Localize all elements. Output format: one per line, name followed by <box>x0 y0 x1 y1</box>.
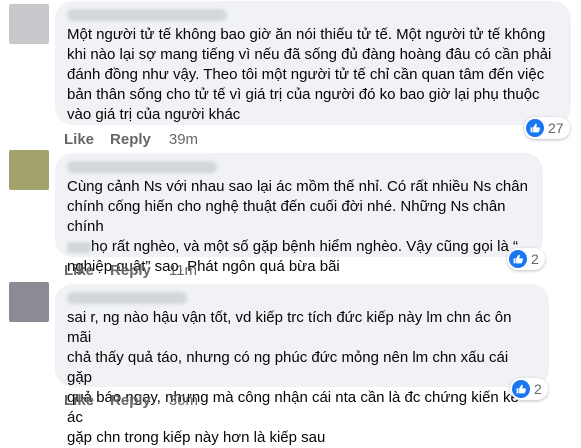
blurred-author-name[interactable] <box>67 292 187 304</box>
comment-line: chính cống hiến cho nghệ thuật đến cuối … <box>67 198 506 235</box>
comment-timestamp[interactable]: 30m <box>169 392 198 409</box>
like-button[interactable]: Like <box>64 262 94 279</box>
avatar[interactable] <box>9 282 49 322</box>
comment-timestamp[interactable]: 39m <box>169 131 198 148</box>
like-button[interactable]: Like <box>64 392 94 409</box>
comment-line-wrapper: họ rất nghèo, và một số gặp bệnh hiểm ng… <box>67 237 531 257</box>
comment-bubble: Cùng cảnh Ns với nhau sao lại ác mồm thế… <box>55 153 543 275</box>
comment-actions: Like Reply 30m <box>64 392 214 409</box>
comment-text: Một người tử tế không bao giờ ăn nói thi… <box>67 25 559 125</box>
comment-line: đánh đồng như vậy. Theo tôi một người tử… <box>67 66 545 83</box>
like-button[interactable]: Like <box>64 131 94 148</box>
comment-bubble: Một người tử tế không bao giờ ăn nói thi… <box>55 1 571 125</box>
reaction-summary[interactable]: 2 <box>510 378 548 400</box>
comment-line: chả thấy quả táo, nhưng có ng phúc đức m… <box>67 349 509 386</box>
comment-actions: Like Reply 11m <box>64 262 213 279</box>
reply-button[interactable]: Reply <box>110 262 151 279</box>
comment-line: gặp chn trong kiếp này hơn là kiếp sau <box>67 429 326 446</box>
blurred-author-name[interactable] <box>67 9 227 21</box>
avatar[interactable] <box>9 150 49 190</box>
comment-line: vào giá trị của người khác <box>67 106 241 123</box>
comment-bubble: sai r, ng nào hậu vận tốt, vd kiếp trc t… <box>55 284 549 446</box>
comment-line: sai r, ng nào hậu vận tốt, vd kiếp trc t… <box>67 309 512 346</box>
comment-line: Một người tử tế không bao giờ ăn nói thi… <box>67 26 546 43</box>
comment-line: họ rất nghèo, và một số gặp bệnh hiểm ng… <box>91 238 518 255</box>
reaction-count: 27 <box>548 120 564 136</box>
reaction-count: 2 <box>531 251 539 267</box>
like-reaction-icon <box>526 119 544 137</box>
like-reaction-icon <box>509 250 527 268</box>
comment-text: sai r, ng nào hậu vận tốt, vd kiếp trc t… <box>67 308 537 448</box>
reaction-summary[interactable]: 27 <box>524 117 570 139</box>
reaction-count: 2 <box>534 381 542 397</box>
blurred-mention[interactable] <box>67 241 91 253</box>
comment-line: Cùng cảnh Ns với nhau sao lại ác mồm thế… <box>67 178 528 195</box>
comment-timestamp[interactable]: 11m <box>169 262 197 279</box>
comment-line: khi nào lại sợ mang tiếng vì nếu đã sống… <box>67 46 552 63</box>
reply-button[interactable]: Reply <box>110 131 151 148</box>
comment-actions: Like Reply 39m <box>64 131 214 148</box>
like-reaction-icon <box>512 380 530 398</box>
blurred-author-name[interactable] <box>67 161 217 173</box>
avatar[interactable] <box>9 4 49 44</box>
comment-line: bản thân sống cho tử tế vì giá trị của n… <box>67 86 540 103</box>
reply-button[interactable]: Reply <box>110 392 151 409</box>
reaction-summary[interactable]: 2 <box>507 248 545 270</box>
